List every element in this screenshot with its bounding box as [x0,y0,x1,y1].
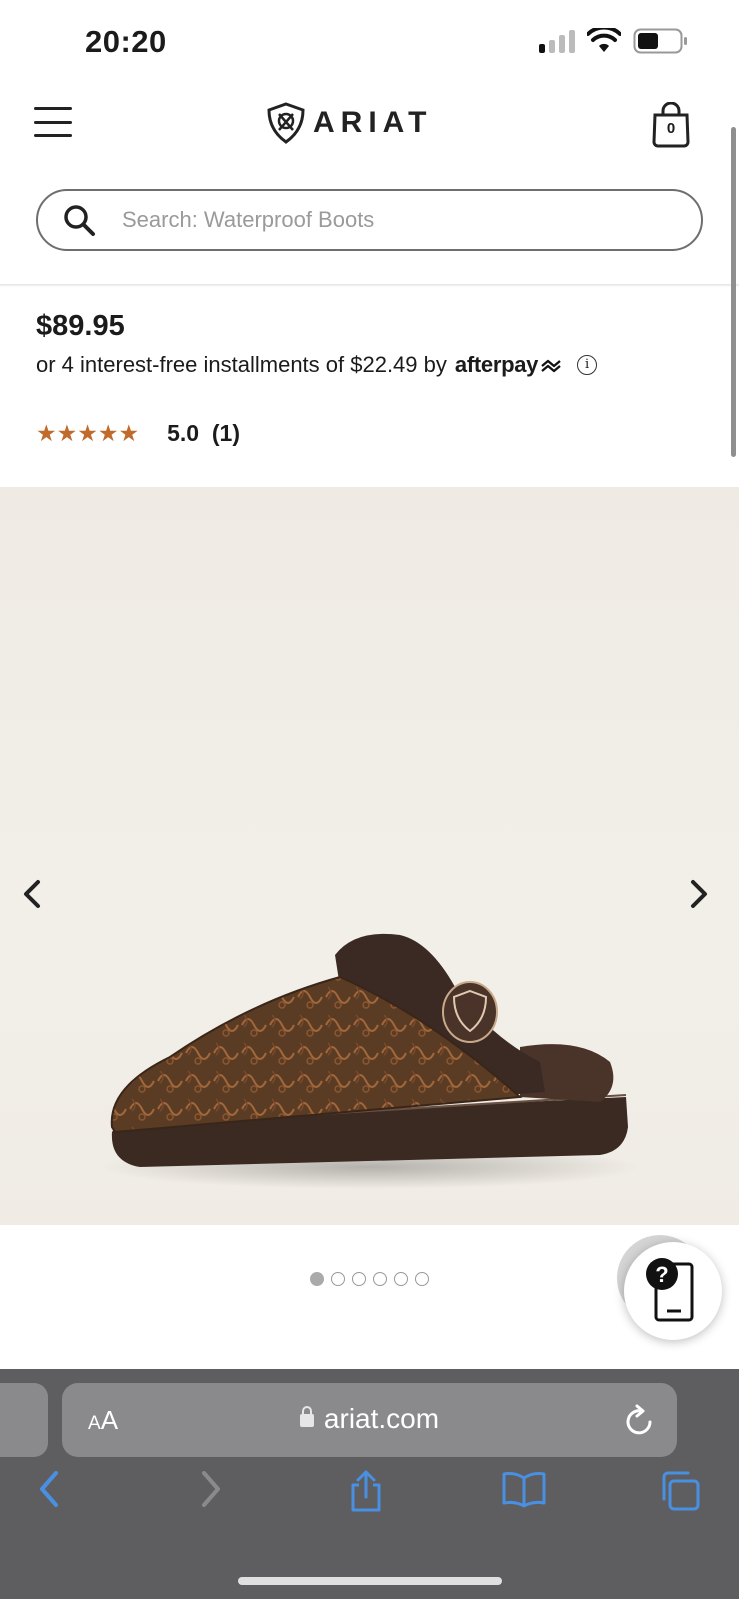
status-icons [539,28,689,54]
home-indicator [238,1577,502,1585]
rating-stars: ★★★★★ [36,420,140,446]
header-divider [0,284,739,287]
carousel-pagination[interactable] [310,1272,429,1286]
installment-text: or 4 interest-free installments of $22.4… [36,352,447,377]
product-rating[interactable]: ★★★★★ 5.0 (1) [36,420,240,447]
ariat-shield-icon [267,102,305,144]
hamburger-icon[interactable] [34,107,72,137]
installment-info: or 4 interest-free installments of $22.4… [36,352,598,378]
help-phone-icon: ? [646,1258,694,1322]
review-count: (1) [211,420,240,446]
afterpay-arrows-icon [541,359,561,373]
page-scrollbar[interactable] [731,127,736,457]
reload-icon[interactable] [623,1403,655,1437]
browser-bottom-bar: AA ariat.com [0,1369,739,1599]
product-image-carousel[interactable] [0,487,739,1225]
carousel-dot[interactable] [352,1272,366,1286]
lock-icon [299,1406,314,1427]
info-icon[interactable]: i [577,355,598,375]
shopping-bag-icon[interactable]: 0 [651,101,691,148]
url-text: ariat.com [323,1403,440,1434]
forward-arrow-icon[interactable] [196,1469,226,1509]
chevron-right-icon[interactable] [679,874,719,914]
status-bar: 20:20 [0,0,739,80]
brand-name: ARIAT [313,106,433,139]
rating-summary: 5.0 (1) [167,420,240,447]
carousel-dot[interactable] [310,1272,324,1286]
wifi-icon [587,28,621,52]
carousel-dot[interactable] [394,1272,408,1286]
carousel-dot[interactable] [373,1272,387,1286]
chevron-left-icon[interactable] [12,874,52,914]
product-price: $89.95 [36,310,125,342]
site-header: ARIAT 0 [0,80,739,180]
cellular-signal-icon [539,29,575,53]
share-icon[interactable] [346,1469,386,1513]
product-image [100,933,640,1189]
afterpay-label: afterpay [454,352,539,377]
status-time: 20:20 [85,24,167,59]
search-icon[interactable] [62,203,98,239]
book-icon[interactable] [501,1469,547,1509]
cart-count: 0 [666,120,676,137]
search-input[interactable] [122,191,682,249]
carousel-dot[interactable] [331,1272,345,1286]
help-button[interactable]: ? [624,1242,722,1340]
address-bar[interactable]: AA ariat.com [62,1383,677,1457]
previous-tab-peek[interactable] [0,1383,48,1457]
rating-value: 5.0 [167,420,200,446]
afterpay-logo[interactable]: afterpay [455,352,563,378]
back-arrow-icon[interactable] [34,1469,64,1509]
help-glyph: ? [655,1262,668,1287]
brand-logo[interactable]: ARIAT [265,102,432,144]
browser-toolbar [0,1469,739,1529]
carousel-dot[interactable] [415,1272,429,1286]
url-display[interactable]: ariat.com [62,1403,677,1435]
search-bar[interactable] [36,189,703,251]
tabs-icon[interactable] [658,1469,702,1513]
battery-icon [633,28,687,54]
